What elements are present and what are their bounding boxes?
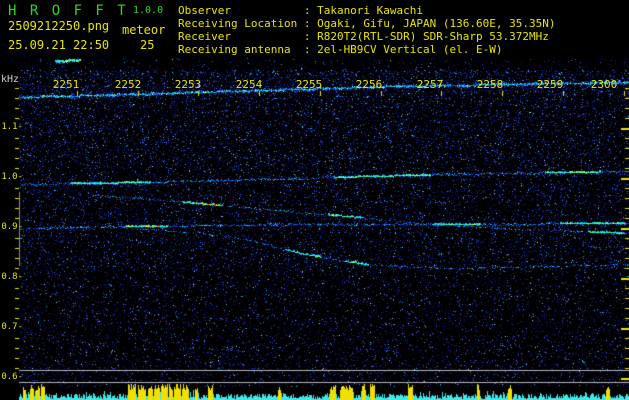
time-tick-label: 2254 [235,78,263,91]
freq-axis-unit: kHz [1,74,20,85]
freq-tick-label: 0.9- [1,222,23,232]
station-info-row: Receiver : R820T2(RTL-SDR) SDR-Sharp 53.… [178,30,549,43]
app-title: H R O F F T [8,3,129,19]
time-tick-label: 2258 [476,78,504,91]
time-tick-label: 2259 [536,78,564,91]
freq-tick-label: 1.0- [1,172,23,182]
mode-label: meteor [122,23,166,37]
hrofft-window: H R O F F T 1.0.0 2509212250.png meteor … [0,0,629,400]
time-tick-label: 2300 [590,78,618,91]
station-info-row: Observer : Takanori Kawachi [178,4,424,17]
time-tick-label: 2251 [52,78,80,91]
time-tick-label: 2256 [355,78,383,91]
station-info-row: Receiving antenna : 2el-HB9CV Vertical (… [178,43,503,56]
time-tick-label: 2255 [295,78,323,91]
datetime-label: 25.09.21 22:50 [8,38,110,52]
time-tick-label: 2253 [174,78,202,91]
time-tick-label: 2252 [114,78,142,91]
freq-tick-label: 0.6- [1,372,23,382]
time-tick-label: 2257 [416,78,444,91]
output-filename: 2509212250.png [8,19,110,33]
freq-tick-label: 0.8- [1,272,23,282]
freq-tick-label: 1.1- [1,122,23,132]
app-version: 1.0.0 [133,5,164,16]
freq-tick-label: 0.7- [1,322,23,332]
spectrogram-canvas [0,0,629,400]
station-info-row: Receiving Location : Ogaki, Gifu, JAPAN … [178,17,556,30]
echo-count: 25 [140,38,155,52]
